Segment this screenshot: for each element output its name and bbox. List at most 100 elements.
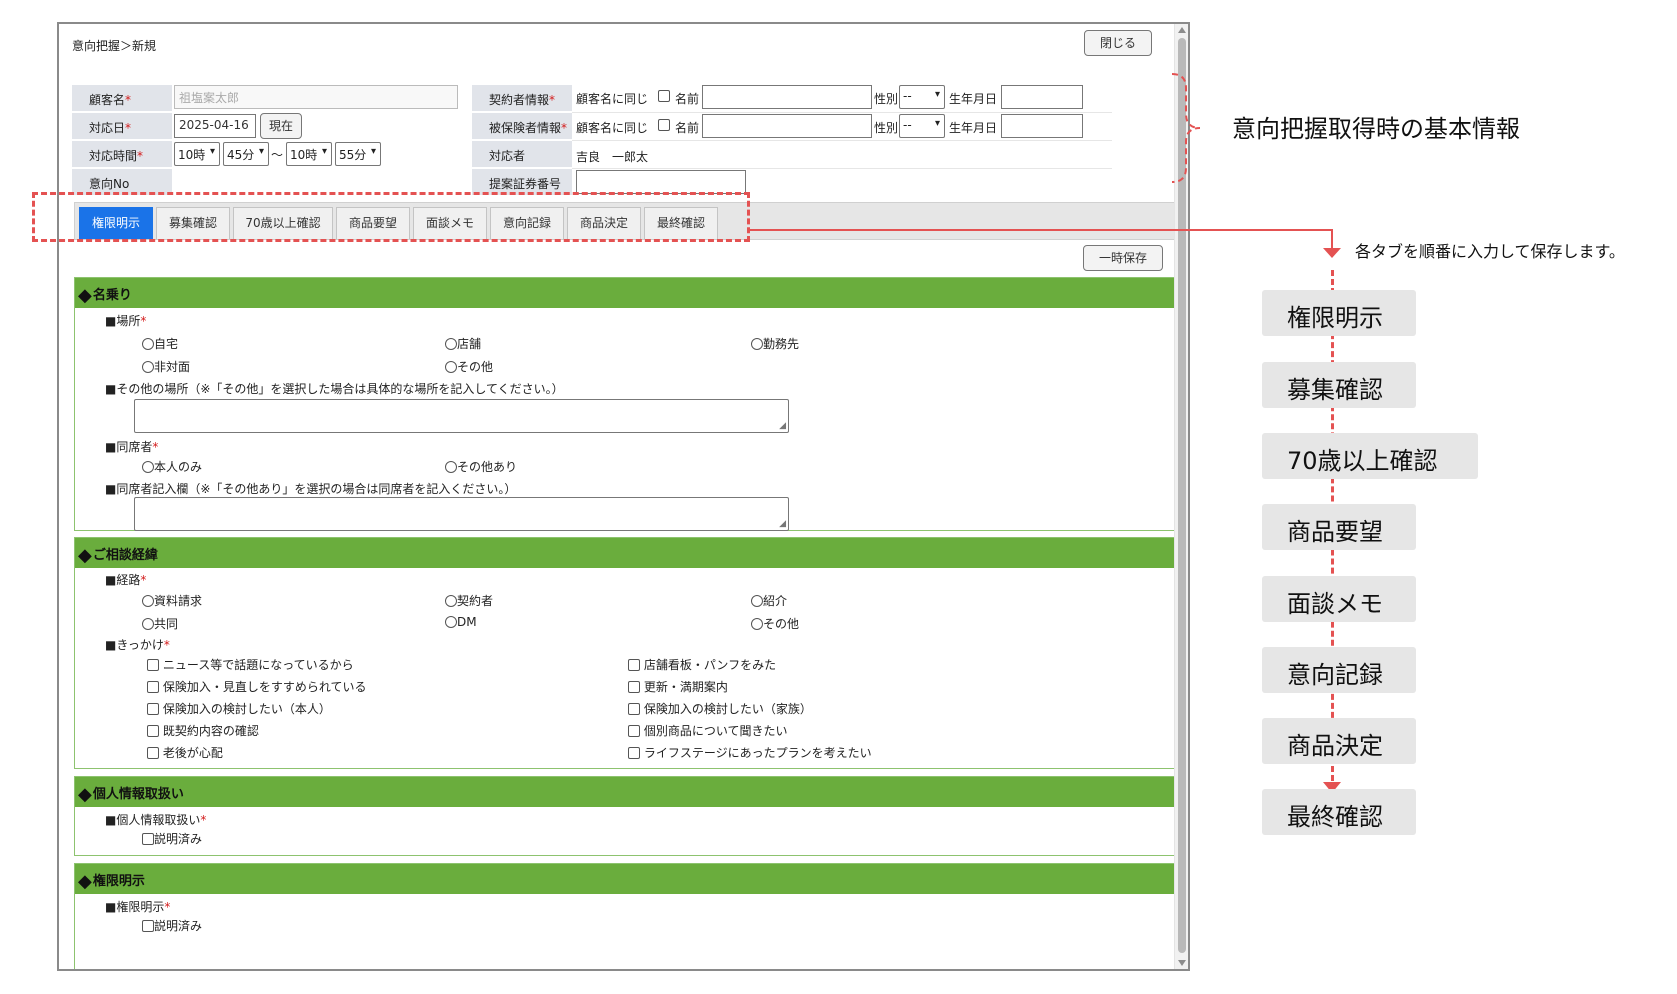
trigger-option[interactable]: 更新・満期案内 [628,678,728,695]
response-date-label: 対応日* [72,113,172,140]
insured-gender-label: 性別 [874,121,899,135]
curly-brace-icon [1171,73,1201,183]
authority-explained-checkbox[interactable]: 説明済み [142,917,202,934]
step-final-check: 最終確認 [1262,789,1416,835]
contractor-birthdate-label: 生年月日 [949,92,998,106]
diamond-icon: ◆ [78,784,92,805]
proposal-no-field[interactable] [576,170,746,194]
section-nanori: ◆名乗り ■場所* 自宅 店舗 勤務先 非対面 その他 ■その他の場所（※「その… [74,277,1179,531]
companion-option-self[interactable]: 本人のみ [142,458,202,475]
trigger-option[interactable]: 既契約内容の確認 [147,722,259,739]
annotation-connector [750,229,1332,231]
contractor-same-label: 顧客名に同じ [576,92,649,106]
route-option-dm[interactable]: DM [445,615,477,629]
place-option-work[interactable]: 勤務先 [751,335,799,352]
staff-label: 対応者 [472,141,572,168]
insured-same-label: 顧客名に同じ [576,121,649,135]
step-product-request: 商品要望 [1262,504,1416,550]
insured-label: 被保険者情報* [472,113,572,140]
step-product-decision: 商品決定 [1262,718,1416,764]
privacy-explained-checkbox[interactable]: 説明済み [142,830,202,847]
trigger-option[interactable]: 保険加入・見直しをすすめられている [147,678,366,695]
staff-value: 吉良 一郎太 [576,150,649,164]
time-to-minute-select[interactable]: 55分 ▾ [335,142,381,166]
contractor-label: 契約者情報* [472,85,572,112]
route-option-request[interactable]: 資料請求 [142,592,202,609]
other-place-label: ■その他の場所（※「その他」を選択した場合は具体的な場所を記入してください。） [105,382,564,396]
diamond-icon: ◆ [78,871,92,892]
step-over70-check: 70歳以上確認 [1262,433,1478,479]
route-option-referral[interactable]: 紹介 [751,592,787,609]
resize-grip-icon: ◢ [779,421,786,431]
tab-highlight-frame [32,192,750,242]
trigger-option[interactable]: 保険加入の検討したい（本人） [147,700,331,717]
companion-label: ■同席者* [105,440,159,454]
trigger-label: ■きっかけ* [105,638,170,652]
step-authority: 権限明示 [1262,290,1416,336]
time-to-hour-select[interactable]: 10時 ▾ [286,142,332,166]
trigger-option[interactable]: 保険加入の検討したい（家族） [628,700,812,717]
place-option-other[interactable]: その他 [445,358,493,375]
trigger-option[interactable]: ライフステージにあったプランを考えたい [628,744,872,761]
contractor-gender-label: 性別 [874,92,899,106]
companion-note-textarea[interactable]: ◢ [134,497,789,531]
insured-same-checkbox[interactable] [658,119,670,131]
section-header: ◆ご相談経緯 [75,538,1178,568]
companion-option-other[interactable]: その他あり [445,458,517,475]
place-option-home[interactable]: 自宅 [142,335,178,352]
close-button[interactable]: 閉じる [1084,30,1152,56]
resize-grip-icon: ◢ [779,519,786,529]
contractor-birthdate-field[interactable] [1001,85,1083,109]
route-option-contractor[interactable]: 契約者 [445,592,493,609]
chevron-down-icon: ▾ [934,89,940,100]
time-from-hour-select[interactable]: 10時 ▾ [174,142,220,166]
privacy-label: ■個人情報取扱い* [105,813,207,827]
place-option-remote[interactable]: 非対面 [142,358,190,375]
chevron-down-icon: ▾ [209,146,215,157]
route-option-other[interactable]: その他 [751,615,799,632]
contractor-name-label: 名前 [675,92,700,106]
insured-birthdate-field[interactable] [1001,114,1083,138]
trigger-option[interactable]: 老後が心配 [147,744,223,761]
section-header: ◆名乗り [75,278,1178,308]
trigger-option[interactable]: 個別商品について聞きたい [628,722,787,739]
place-option-store[interactable]: 店舗 [445,335,481,352]
time-from-minute-select[interactable]: 45分 ▾ [223,142,269,166]
chevron-down-icon: ▾ [370,146,376,157]
insured-name-label: 名前 [675,121,700,135]
contractor-name-field[interactable] [702,85,872,109]
scroll-up-icon[interactable] [1178,27,1186,33]
row-divider [572,140,1112,141]
place-label: ■場所* [105,314,147,328]
customer-name-field[interactable]: 祖塩案太郎 [174,85,458,109]
chevron-down-icon: ▾ [321,146,327,157]
chevron-down-icon: ▾ [258,146,264,157]
row-divider [572,112,1112,113]
insured-birthdate-label: 生年月日 [949,121,998,135]
trigger-option[interactable]: ニュース等で話題になっているから [147,656,354,673]
step-interview-memo: 面談メモ [1262,576,1416,622]
diamond-icon: ◆ [78,545,92,566]
trigger-option[interactable]: 店舗看板・パンフをみた [628,656,776,673]
tabs-annotation: 各タブを順番に入力して保存します。 [1355,242,1625,261]
route-option-joint[interactable]: 共同 [142,615,178,632]
now-button[interactable]: 現在 [260,113,302,139]
contractor-same-checkbox[interactable] [658,90,670,102]
authority-label: ■権限明示* [105,900,171,914]
response-date-field[interactable]: 2025-04-16 [174,114,256,138]
scroll-down-icon[interactable] [1178,960,1186,966]
temp-save-button[interactable]: 一時保存 [1083,245,1163,271]
insured-name-field[interactable] [702,114,872,138]
diamond-icon: ◆ [78,285,92,306]
companion-note-label: ■同席者記入欄（※「その他あり」を選択の場合は同席者を記入ください。） [105,482,517,496]
insured-gender-select[interactable]: -- ▾ [899,114,945,138]
contractor-gender-select[interactable]: -- ▾ [899,85,945,109]
time-tilde: 〜 [271,148,284,162]
route-label: ■経路* [105,573,147,587]
section-authority: ◆権限明示 ■権限明示* 説明済み [74,863,1179,969]
step-recruitment-check: 募集確認 [1262,362,1416,408]
step-intent-record: 意向記録 [1262,647,1416,693]
section-header: ◆権限明示 [75,864,1178,894]
other-place-textarea[interactable]: ◢ [134,399,789,433]
section-privacy: ◆個人情報取扱い ■個人情報取扱い* 説明済み [74,776,1179,856]
